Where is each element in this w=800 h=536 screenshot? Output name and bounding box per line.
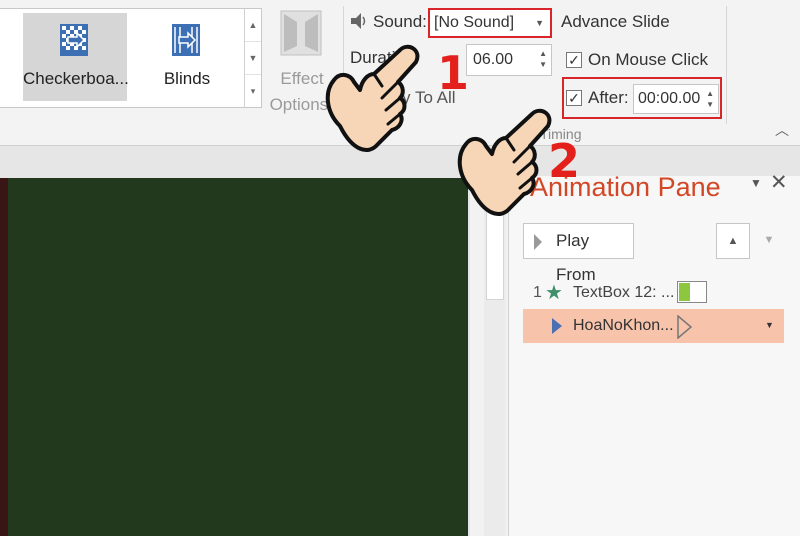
slide-canvas[interactable]	[0, 178, 468, 536]
entrance-star-icon: ★	[545, 282, 563, 304]
pointing-hand-icon	[325, 44, 420, 152]
spinner-arrows-icon[interactable]: ▲ ▼	[706, 88, 714, 110]
chevron-up-icon[interactable]: ▲	[245, 9, 261, 42]
chevron-down-icon: ▼	[535, 18, 544, 28]
advance-slide-title: Advance Slide	[561, 12, 670, 31]
play-from-button[interactable]: Play From	[523, 223, 634, 284]
media-trigger-icon	[677, 315, 693, 339]
gallery-more-icon[interactable]: ▾	[245, 75, 261, 107]
pane-options-icon[interactable]: ▼	[750, 176, 762, 190]
play-icon	[534, 234, 542, 250]
sound-dropdown[interactable]: [No Sound] ▼	[428, 8, 552, 38]
media-play-icon	[552, 318, 562, 334]
timeline-bar-icon	[677, 281, 707, 303]
transition-checkerboard[interactable]: Checkerboa...	[23, 13, 129, 101]
after-checkbox[interactable]: ✓	[566, 90, 582, 106]
spinner-arrows-icon[interactable]: ▲ ▼	[539, 48, 547, 70]
on-mouse-click-label: On Mouse Click	[588, 50, 708, 69]
after-time-value: 00:00.00	[638, 90, 701, 107]
transition-blinds-label: Blinds	[163, 69, 211, 88]
duration-spinner[interactable]: 06.00 ▲ ▼	[466, 44, 552, 76]
checkerboard-icon	[60, 24, 88, 56]
effect-options-icon	[280, 10, 322, 56]
blinds-icon	[172, 24, 200, 56]
move-down-button[interactable]: ▼	[754, 223, 784, 259]
chevron-down-icon[interactable]: ▼	[765, 320, 774, 330]
animation-item-label[interactable]: HoaNoKhon...	[573, 317, 674, 335]
move-up-button[interactable]: ▲	[716, 223, 750, 259]
triangle-up-icon: ▲	[727, 235, 739, 247]
transition-gallery: Checkerboa... Blinds ▲ ▼ ▾	[0, 8, 262, 108]
collapse-ribbon-icon[interactable]: ︿	[775, 120, 789, 140]
close-icon[interactable]: ✕	[770, 170, 788, 195]
triangle-down-icon: ▼	[763, 234, 775, 246]
step-number-2: 2	[548, 134, 581, 188]
play-from-label: Play From	[556, 231, 596, 284]
animation-item-label[interactable]: TextBox 12: ...	[573, 284, 674, 302]
chevron-down-icon[interactable]: ▼	[245, 42, 261, 75]
sound-value: [No Sound]	[434, 14, 515, 31]
gallery-scroll[interactable]: ▲ ▼ ▾	[244, 9, 261, 107]
transition-blinds[interactable]: Blinds	[135, 13, 239, 101]
transition-checkerboard-label: Checkerboa...	[23, 69, 129, 88]
ribbon-separator	[726, 6, 727, 124]
duration-value: 06.00	[473, 51, 514, 68]
after-label: After:	[588, 88, 629, 107]
after-time-spinner[interactable]: 00:00.00 ▲ ▼	[633, 84, 719, 114]
animation-item-number: 1	[533, 284, 542, 301]
on-mouse-click-checkbox[interactable]: ✓	[566, 52, 582, 68]
